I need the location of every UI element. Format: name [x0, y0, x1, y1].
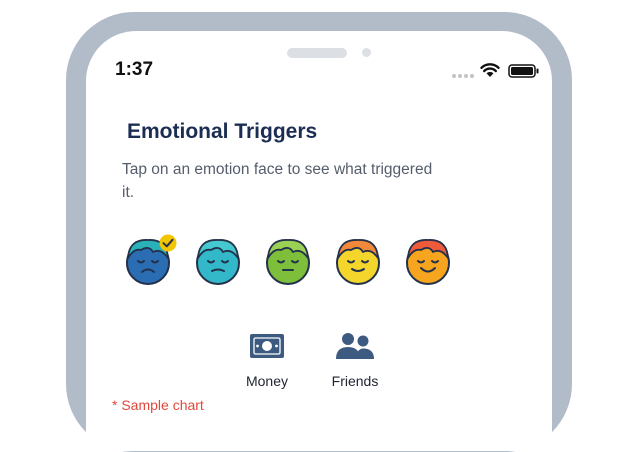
emotion-face-content[interactable]: [333, 236, 383, 286]
wifi-icon: [480, 63, 500, 77]
category-label: Money: [245, 373, 289, 389]
status-time: 1:37: [115, 59, 154, 80]
face-content-icon: [336, 239, 380, 285]
emotion-face-sad[interactable]: [193, 236, 243, 286]
sample-chart-note: * Sample chart: [112, 397, 204, 413]
category-label: Friends: [331, 373, 379, 389]
category-friends[interactable]: Friends: [315, 331, 395, 389]
emotion-face-very-sad[interactable]: [123, 234, 177, 286]
phone-screen: 1:37 Emotional Triggers Tap on an emotio…: [86, 31, 552, 451]
screen-subtitle: Tap on an emotion face to see what trigg…: [122, 161, 433, 201]
trigger-categories: Money Friends: [86, 331, 552, 391]
front-camera: [362, 48, 371, 57]
emotion-faces: [86, 234, 552, 296]
face-neutral-icon: [266, 239, 310, 285]
signal-dots-icon: [452, 74, 474, 78]
face-sad-icon: [196, 239, 240, 285]
money-icon: [250, 334, 284, 358]
friends-icon: [336, 333, 374, 359]
selected-check-icon: [159, 234, 177, 252]
face-happy-icon: [406, 239, 450, 285]
screen-title: Emotional Triggers: [127, 120, 318, 143]
category-money[interactable]: Money: [227, 331, 307, 389]
emotion-face-neutral[interactable]: [263, 236, 313, 286]
emotion-face-happy[interactable]: [403, 236, 453, 286]
speaker-grille: [287, 48, 347, 58]
battery-icon: [508, 64, 539, 78]
